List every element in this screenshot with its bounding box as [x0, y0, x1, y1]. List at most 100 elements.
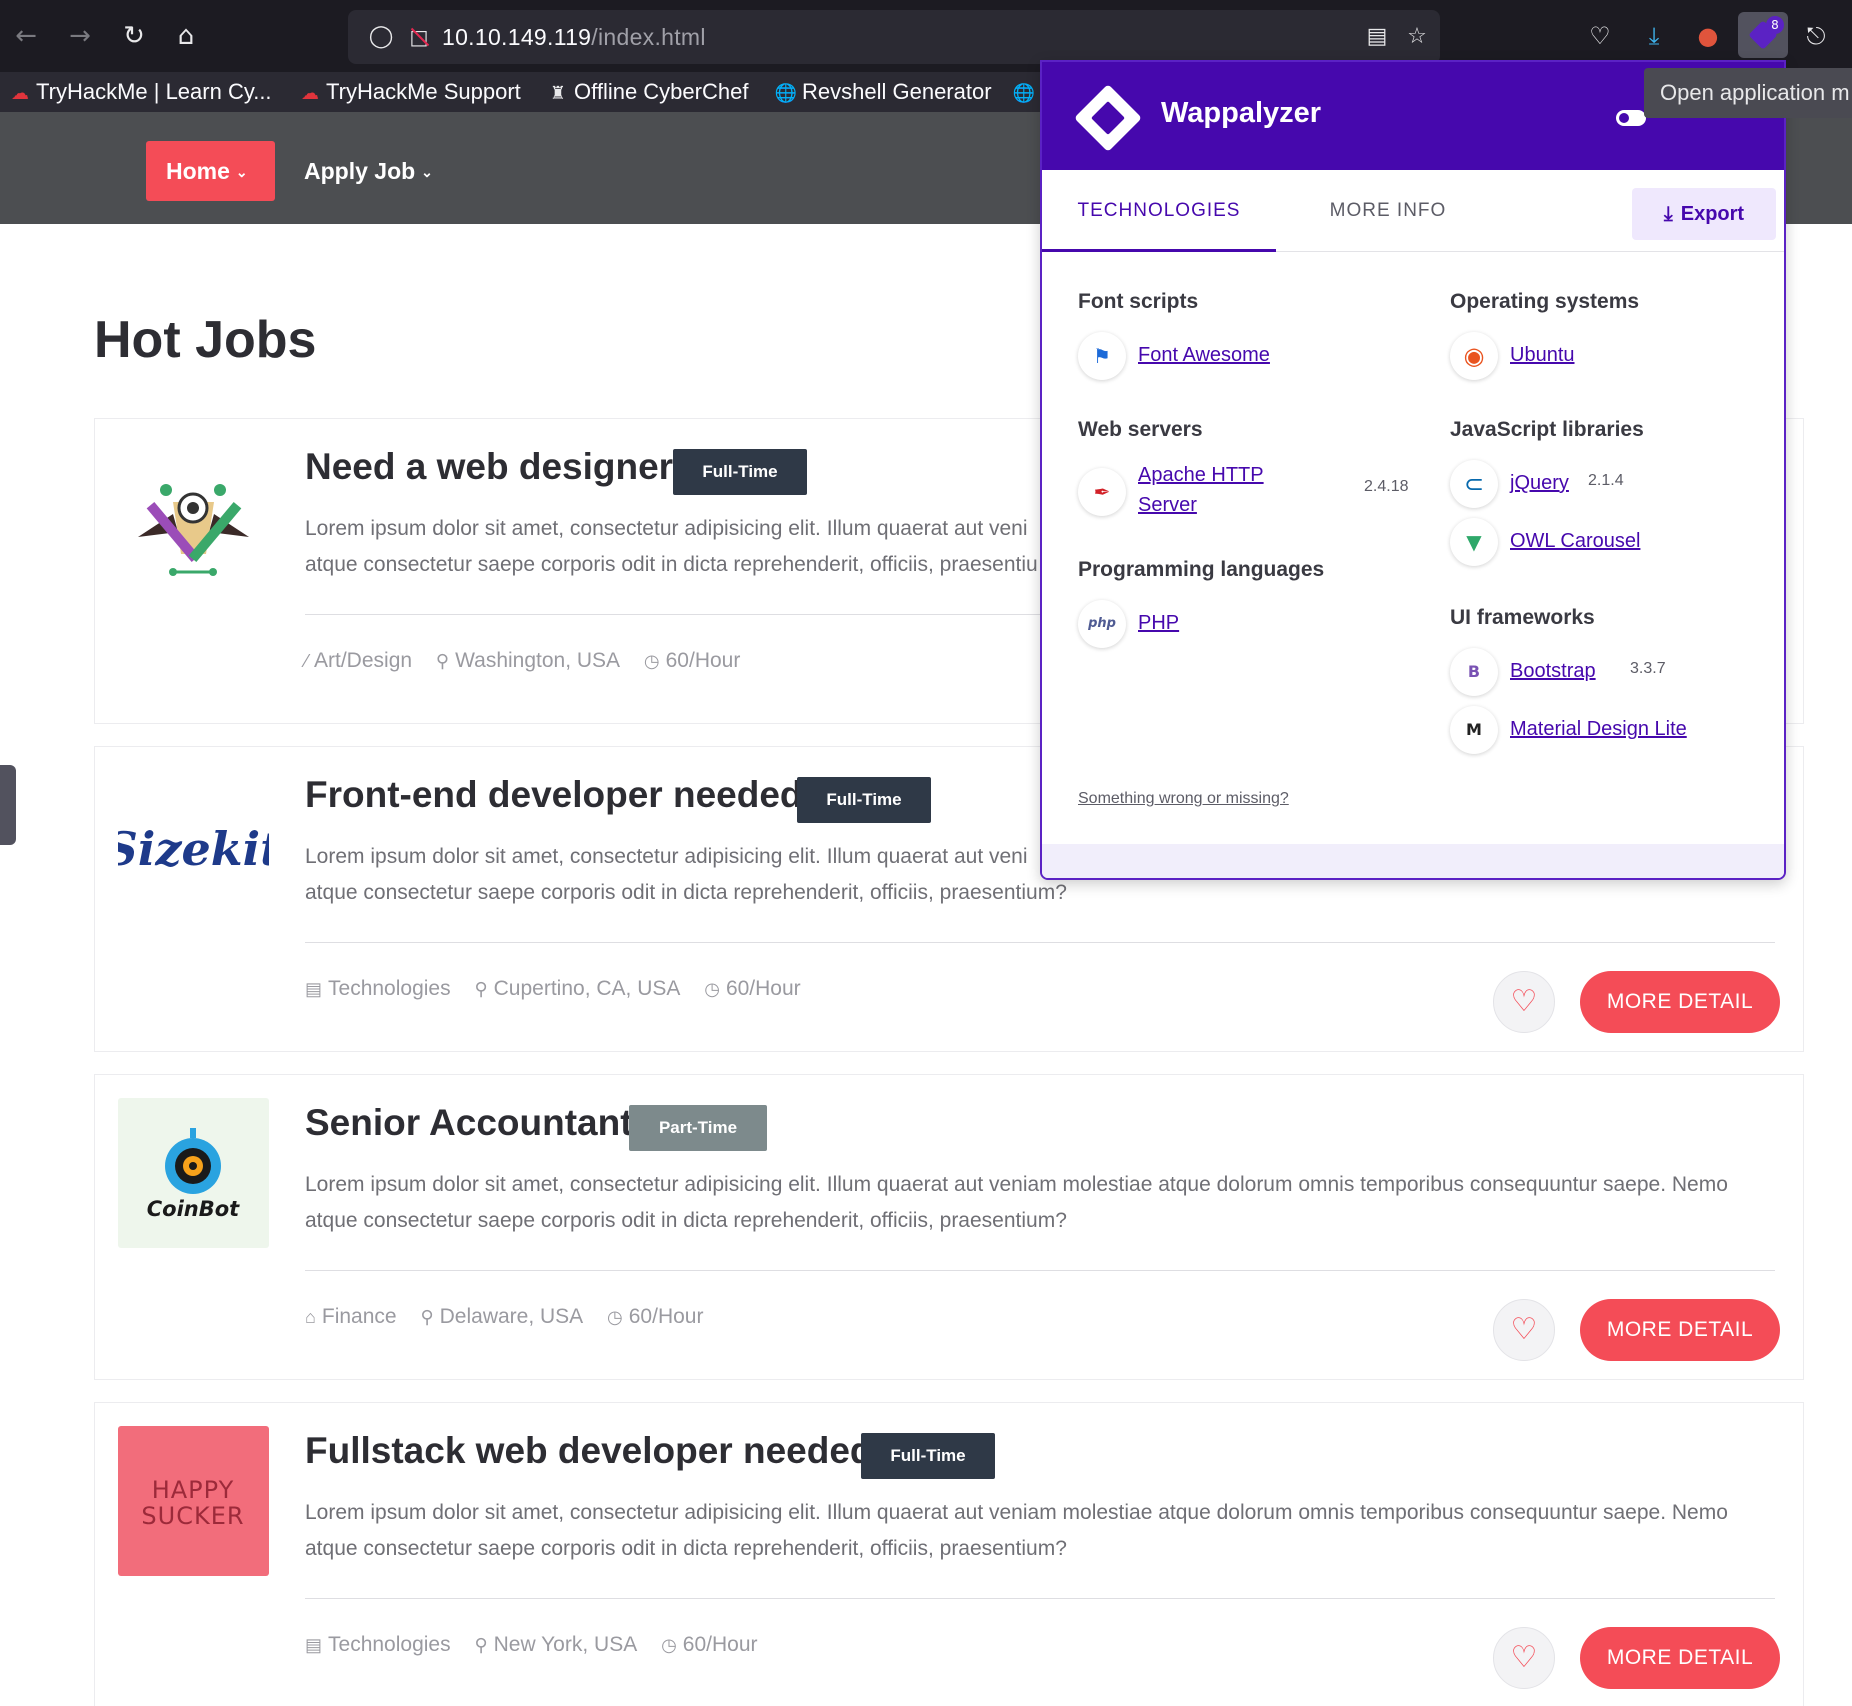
wappalyzer-extension-button[interactable]: 8 — [1738, 12, 1788, 58]
bookmark-star-icon[interactable]: ☆ — [1402, 22, 1432, 52]
job-title[interactable]: Need a web designer — [305, 443, 673, 491]
insecure-lock-icon[interactable]: □ — [406, 23, 432, 51]
url-text[interactable]: 10.10.149.119/index.html — [442, 22, 706, 52]
bookmark-revshell[interactable]: 🌐 Revshell Generator — [774, 76, 992, 108]
job-rate: 60/Hour — [682, 1633, 758, 1656]
job-category: Technologies — [328, 977, 451, 1000]
bookmark-label: Revshell Generator — [802, 79, 992, 104]
globe-icon: 🌐 — [774, 83, 798, 103]
tech-name[interactable]: PHP — [1138, 608, 1179, 638]
sizekit-logo-icon: Sizekit — [105, 822, 282, 876]
job-description-line: atque consectetur saepe corporis odit in… — [305, 881, 1067, 904]
job-description: Lorem ipsum dolor sit amet, consectetur … — [305, 1167, 1761, 1239]
nav-apply-label: Apply Job — [304, 158, 416, 184]
tab-more-info[interactable]: MORE INFO — [1298, 170, 1478, 252]
job-description-line: Lorem ipsum dolor sit amet, consectetur … — [305, 1173, 1728, 1196]
tech-jquery[interactable]: ⊂ jQuery 2.1.4 — [1450, 460, 1750, 514]
tech-apache[interactable]: ✒ Apache HTTP Server 2.4.18 — [1078, 460, 1408, 524]
forward-icon[interactable]: → — [62, 18, 98, 54]
category-js-libraries: JavaScript libraries — [1450, 418, 1644, 441]
company-logo: CoinBot — [118, 1098, 269, 1248]
reload-icon[interactable]: ↻ — [116, 18, 152, 54]
sidebar-handle[interactable] — [0, 765, 16, 845]
export-label: Export — [1680, 203, 1745, 225]
more-detail-button[interactable]: MORE DETAIL — [1580, 1627, 1780, 1689]
mdl-icon: M — [1450, 706, 1498, 754]
company-logo: HAPPY SUCKER — [118, 1426, 269, 1576]
company-logo: Sizekit — [105, 770, 282, 920]
job-rate: 60/Hour — [628, 1305, 704, 1328]
tech-owl-carousel[interactable]: ▼ OWL Carousel — [1450, 518, 1750, 572]
category-operating-systems: Operating systems — [1450, 290, 1640, 313]
category-font-scripts: Font scripts — [1078, 290, 1199, 313]
bank-icon: ⌂ — [305, 1307, 316, 1327]
job-type-badge: Full-Time — [861, 1433, 995, 1479]
job-title[interactable]: Front-end developer needed — [305, 771, 803, 819]
foxyproxy-icon[interactable]: ● — [1690, 18, 1726, 54]
ubuntu-icon: ◉ — [1450, 332, 1498, 380]
tab-technologies[interactable]: TECHNOLOGIES — [1042, 170, 1276, 252]
job-title[interactable]: Senior Accountant — [305, 1099, 633, 1147]
more-detail-button[interactable]: MORE DETAIL — [1580, 1299, 1780, 1361]
tech-name[interactable]: Bootstrap — [1510, 656, 1596, 686]
tech-php[interactable]: php PHP — [1078, 600, 1378, 654]
favorite-heart-icon[interactable]: ♡ — [1493, 971, 1555, 1033]
pocket-icon[interactable]: ♡ — [1582, 18, 1618, 54]
bookmark-cyberchef[interactable]: ♜ Offline CyberChef — [546, 76, 749, 108]
reader-view-icon[interactable]: ▤ — [1362, 22, 1392, 52]
tech-ubuntu[interactable]: ◉ Ubuntu — [1450, 332, 1750, 386]
job-meta: ⌂ Finance ⚲ Delaware, USA ◷ 60/Hour — [305, 1301, 721, 1333]
more-detail-button[interactable]: MORE DETAIL — [1580, 971, 1780, 1033]
wappalyzer-footer — [1042, 844, 1784, 878]
tech-name[interactable]: Material Design Lite — [1510, 714, 1687, 744]
extensions-icon[interactable]: ⎋ — [1798, 18, 1834, 54]
job-description-line: Lorem ipsum dolor sit amet, consectetur … — [305, 1501, 1728, 1524]
url-bar[interactable]: ◯ □ 10.10.149.119/index.html ▤ ☆ — [348, 10, 1440, 64]
owl-icon: ▼ — [1450, 518, 1498, 566]
bookmark-label: Offline CyberChef — [574, 79, 749, 104]
flag-icon: ⚑ — [1078, 332, 1126, 380]
job-title[interactable]: Fullstack web developer needed — [305, 1427, 873, 1475]
download-icon[interactable]: ⤓ — [1636, 18, 1672, 54]
nav-apply-job[interactable]: Apply Job ⌄ — [304, 141, 433, 201]
tech-bootstrap[interactable]: B Bootstrap 3.3.7 — [1450, 648, 1750, 702]
tech-name[interactable]: jQuery — [1510, 468, 1569, 498]
favorite-heart-icon[interactable]: ♡ — [1493, 1299, 1555, 1361]
logo-text: CoinBot — [147, 1197, 240, 1221]
bookmark-tryhackme-support[interactable]: ☁ TryHackMe Support — [298, 76, 521, 108]
favorite-heart-icon[interactable]: ♡ — [1493, 1627, 1555, 1689]
nav-home-label: Home — [166, 158, 230, 184]
tech-name-line: Server — [1138, 494, 1197, 516]
tech-name[interactable]: Apache HTTP Server — [1138, 460, 1264, 520]
back-icon[interactable]: ← — [8, 18, 44, 54]
apache-feather-icon: ✒ — [1078, 468, 1126, 516]
tech-name[interactable]: Ubuntu — [1510, 340, 1575, 370]
nav-home[interactable]: Home ⌄ — [146, 141, 275, 201]
job-description-line: atque consectetur saepe corporis odit in… — [305, 1209, 1067, 1232]
tech-material-design-lite[interactable]: M Material Design Lite — [1450, 706, 1770, 760]
tracking-shield-icon[interactable]: ◯ — [368, 23, 394, 51]
happy-sucker-logo-icon: HAPPY SUCKER — [141, 1476, 243, 1530]
tech-font-awesome[interactable]: ⚑ Font Awesome — [1078, 332, 1378, 386]
url-host: 10.10.149.119 — [442, 24, 592, 50]
monitor-icon: ▤ — [305, 1635, 323, 1655]
divider — [305, 1598, 1775, 1599]
report-missing-link[interactable]: Something wrong or missing? — [1078, 790, 1289, 808]
job-type-badge: Full-Time — [673, 449, 807, 495]
tech-name[interactable]: Font Awesome — [1138, 340, 1270, 370]
tryhackme-cloud-icon: ☁ — [301, 83, 319, 103]
home-icon[interactable]: ⌂ — [168, 18, 204, 54]
job-meta: ▤ Technologies ⚲ Cupertino, CA, USA ◷ 60/Ho… — [305, 973, 819, 1005]
extension-badge: 8 — [1766, 16, 1784, 34]
export-button[interactable]: ⤓ Export — [1632, 188, 1776, 240]
enable-toggle[interactable] — [1616, 110, 1646, 126]
job-description: Lorem ipsum dolor sit amet, consectetur … — [305, 1495, 1761, 1567]
chevron-down-icon: ⌄ — [421, 164, 433, 180]
job-category: Art/Design — [314, 649, 413, 672]
job-location: Cupertino, CA, USA — [493, 977, 681, 1000]
tech-name[interactable]: OWL Carousel — [1510, 526, 1640, 556]
location-pin-icon: ⚲ — [474, 1635, 488, 1655]
bookmark-tryhackme[interactable]: ☁ TryHackMe | Learn Cy... — [8, 76, 272, 108]
tech-version: 3.3.7 — [1630, 660, 1666, 677]
bookmark-more[interactable]: 🌐 — [1012, 76, 1040, 108]
